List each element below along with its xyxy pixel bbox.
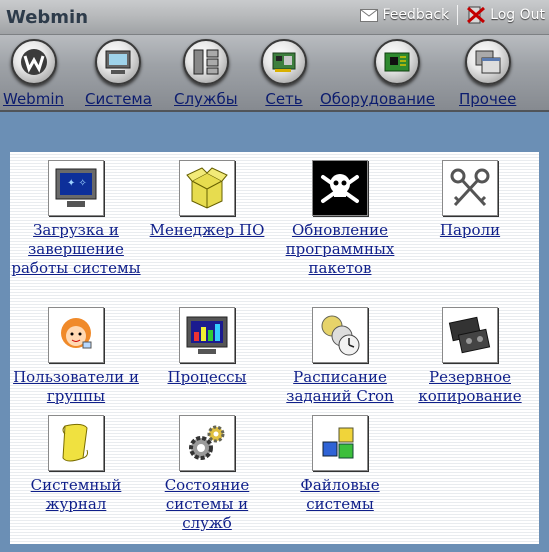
feedback-link[interactable]: Feedback — [360, 7, 449, 23]
svg-text:✦ ✧: ✦ ✧ — [67, 178, 87, 189]
windows-icon — [464, 39, 511, 85]
network-card-icon — [261, 39, 307, 85]
nav-item-system[interactable]: Система — [85, 39, 152, 108]
module-bootup[interactable]: ✦ ✧ Загрузка и завершение работы системы — [10, 160, 142, 278]
nav-label: Прочее — [459, 90, 517, 108]
monitor-stars-icon: ✦ ✧ — [48, 160, 104, 216]
module-users-groups[interactable]: Пользователи и группы — [10, 307, 142, 406]
module-label: Обновление программных пакетов — [285, 221, 395, 277]
module-label: Пользователи и группы — [13, 368, 139, 405]
logout-label: Log Out — [490, 7, 545, 23]
feedback-label: Feedback — [382, 7, 450, 23]
circuit-board-icon — [373, 39, 420, 85]
module-label: Расписание заданий Cron — [286, 368, 394, 405]
module-label: Системный журнал — [30, 476, 122, 513]
module-filesystems[interactable]: Файловые системы — [274, 415, 406, 514]
module-software[interactable]: Менеджер ПО — [141, 160, 273, 240]
envelope-icon — [360, 8, 379, 22]
skull-crossbones-icon — [312, 160, 368, 216]
module-system-status[interactable]: Состояние системы и служб — [141, 415, 273, 533]
module-label: Резервное копирование — [418, 368, 522, 405]
brand-text: Webmin — [6, 6, 89, 28]
nav-label: Оборудование — [320, 90, 435, 108]
brand[interactable]: Webmin — [6, 4, 88, 30]
gears-icon — [179, 415, 235, 471]
nav-item-other[interactable]: Прочее — [459, 39, 516, 108]
nav-item-services[interactable]: Службы — [174, 39, 238, 108]
services-icon — [182, 39, 229, 85]
module-label: Менеджер ПО — [149, 221, 265, 239]
keys-icon — [442, 160, 498, 216]
module-cron[interactable]: Расписание заданий Cron — [274, 307, 406, 406]
nav-item-network[interactable]: Сеть — [261, 39, 307, 108]
top-links: Feedback Log Out — [360, 5, 545, 25]
module-passwords[interactable]: Пароли — [404, 160, 536, 240]
module-package-updates[interactable]: Обновление программных пакетов — [274, 160, 406, 278]
brand-logo: Webmin — [6, 7, 88, 28]
top-divider — [457, 5, 459, 25]
scroll-icon — [48, 415, 104, 471]
logout-link[interactable]: Log Out — [466, 5, 545, 25]
module-system-logs[interactable]: Системный журнал — [10, 415, 142, 514]
module-backup[interactable]: Резервное копирование — [404, 307, 536, 406]
module-label: Загрузка и завершение работы системы — [11, 221, 141, 277]
module-label: Состояние системы и служб — [164, 476, 250, 532]
nav-label: Система — [85, 90, 152, 108]
tape-cartridge-icon — [442, 307, 498, 363]
clocks-icon — [312, 307, 368, 363]
nav-item-hardware[interactable]: Оборудование — [320, 39, 435, 108]
user-face-icon — [48, 307, 104, 363]
nav-label: Webmin — [3, 90, 64, 108]
module-label: Пароли — [439, 221, 501, 239]
category-nav: Webmin Система Службы Сеть Оборудование … — [0, 35, 549, 112]
top-bar: Webmin Feedback Log Out — [0, 0, 549, 35]
process-monitor-icon — [179, 307, 235, 363]
modules-panel: ✦ ✧ Загрузка и завершение работы системы… — [10, 152, 539, 544]
module-processes[interactable]: Процессы — [141, 307, 273, 387]
module-label: Файловые системы — [300, 476, 380, 513]
monitor-icon — [95, 39, 142, 85]
nav-label: Сеть — [265, 90, 303, 108]
logout-icon — [467, 6, 486, 24]
package-box-icon — [179, 160, 235, 216]
module-label: Процессы — [167, 368, 247, 386]
cubes-icon — [312, 415, 368, 471]
nav-label: Службы — [174, 90, 238, 108]
nav-item-webmin[interactable]: Webmin — [3, 39, 64, 108]
webmin-logo-icon — [10, 39, 57, 85]
